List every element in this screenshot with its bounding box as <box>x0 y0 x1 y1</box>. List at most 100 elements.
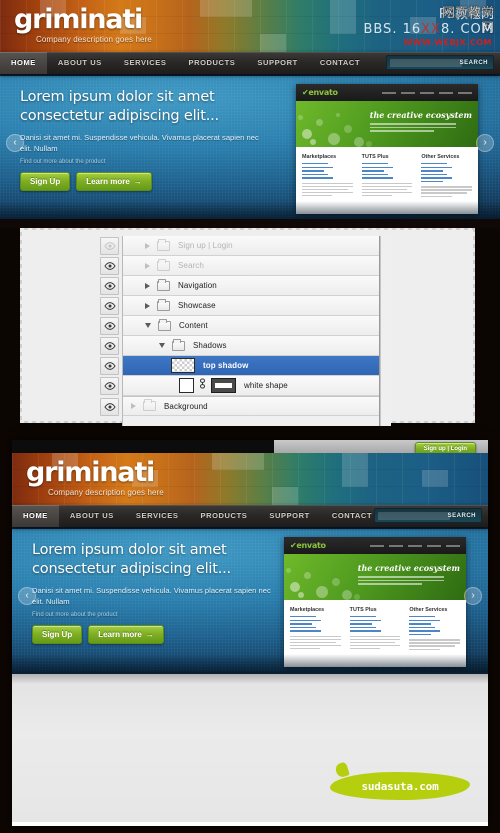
layer-name: Search <box>178 261 204 270</box>
envato-column-text <box>290 635 341 650</box>
carousel-next-icon[interactable]: › <box>464 587 482 605</box>
nav-item-products[interactable]: PRODUCTS <box>189 505 258 527</box>
layer-name: Background <box>164 401 208 411</box>
disclosure-triangle-icon[interactable] <box>145 262 150 269</box>
layer-row-search[interactable]: Search <box>100 256 379 276</box>
arrow-right-icon: → <box>145 630 154 639</box>
brand-logo-group[interactable]: griminati Company description goes here <box>14 6 152 45</box>
envato-tagline-block: the creative ecosystem <box>369 110 472 132</box>
carousel-prev-icon[interactable]: ‹ <box>6 134 24 152</box>
main-navigation: HOME ABOUT US SERVICES PRODUCTS SUPPORT … <box>0 52 500 74</box>
eye-icon[interactable] <box>100 297 119 315</box>
folder-icon <box>157 278 170 291</box>
layer-row-showcase[interactable]: Showcase <box>100 296 379 316</box>
search-box[interactable]: SEARCH <box>386 55 494 70</box>
watermark-line-2-pre: BBS. 16 <box>363 21 422 37</box>
layer-name: white shape <box>244 381 288 390</box>
nav-items: HOME ABOUT US SERVICES PRODUCTS SUPPORT … <box>12 505 383 527</box>
content-section: sudasuta.com <box>12 672 488 822</box>
hero-small-text: Find out more about the product <box>32 612 118 618</box>
sign-up-login-button[interactable]: Sign up | Login <box>414 442 476 453</box>
envato-column-text <box>361 182 413 197</box>
eye-icon[interactable] <box>100 277 119 295</box>
nav-item-services[interactable]: SERVICES <box>125 505 190 527</box>
nav-item-products[interactable]: PRODUCTS <box>177 52 246 74</box>
carousel-next-icon[interactable]: › <box>476 134 494 152</box>
hero-showcase: Lorem ipsum dolor sit amet consectetur a… <box>0 74 500 219</box>
hero-buttons: Sign Up Learn more → <box>20 172 270 191</box>
layer-row-sign-up-login[interactable]: Sign up | Login <box>100 236 379 256</box>
envato-column-title: Other Services <box>421 154 460 160</box>
folder-icon <box>157 298 170 311</box>
layer-thumbnail <box>179 378 194 393</box>
disclosure-triangle-icon[interactable] <box>131 403 136 409</box>
watermark-line-2-red: XX <box>421 21 441 37</box>
site-header: griminati Company description goes here … <box>0 0 500 52</box>
sign-up-button[interactable]: Sign Up <box>20 172 71 191</box>
hero-copy: Lorem ipsum dolor sit amet consectetur a… <box>20 88 270 191</box>
watermark-line-1: PS教程网 网页教学网 <box>439 6 494 36</box>
eye-icon[interactable] <box>100 237 119 255</box>
search-input[interactable] <box>390 59 462 67</box>
sudasuta-logo[interactable]: sudasuta.com <box>330 772 470 800</box>
nav-item-about-us[interactable]: ABOUT US <box>47 52 113 74</box>
nav-item-about-us[interactable]: ABOUT US <box>59 505 125 527</box>
layer-row-shadows[interactable]: Shadows <box>100 336 379 356</box>
layer-row-background[interactable]: Background <box>100 396 379 416</box>
brand-logo-group[interactable]: griminati Company description goes here <box>26 457 164 498</box>
disclosure-triangle-icon[interactable] <box>145 242 150 249</box>
eye-icon[interactable] <box>100 337 119 355</box>
envato-logo-text: envato <box>308 88 338 97</box>
carousel-prev-icon[interactable]: ‹ <box>18 587 36 605</box>
nav-item-home[interactable]: HOME <box>0 52 47 74</box>
learn-more-button[interactable]: Learn more → <box>88 625 164 644</box>
disclosure-triangle-icon[interactable] <box>145 282 150 289</box>
envato-screenshot[interactable]: ✔envato the creative ecosystem Marketpla… <box>284 537 466 667</box>
eye-icon[interactable] <box>100 317 119 335</box>
layers-panel-scrollbar[interactable] <box>380 236 391 426</box>
envato-topbar: ✔envato <box>296 84 478 101</box>
hero-buttons: Sign Up Learn more → <box>32 625 282 644</box>
envato-screenshot[interactable]: ✔envato the creative ecosystem Marketpla… <box>296 84 478 214</box>
envato-logo: ✔envato <box>302 88 338 97</box>
envato-column-title: Marketplaces <box>302 154 337 160</box>
search-box[interactable]: SEARCH <box>374 508 482 523</box>
envato-column-text <box>421 186 473 197</box>
envato-column-title: TUTS Plus <box>361 154 389 160</box>
nav-item-support[interactable]: SUPPORT <box>246 52 308 74</box>
learn-more-button[interactable]: Learn more → <box>76 172 152 191</box>
envato-nav <box>382 91 472 94</box>
envato-column-text <box>349 635 401 650</box>
eye-icon[interactable] <box>100 357 119 375</box>
nav-item-home[interactable]: HOME <box>12 505 59 527</box>
layer-row-white-shape[interactable]: white shape <box>100 376 379 396</box>
disclosure-triangle-icon[interactable] <box>145 323 151 328</box>
eye-icon[interactable] <box>100 398 119 416</box>
envato-nav <box>370 544 460 547</box>
nav-item-support[interactable]: SUPPORT <box>258 505 320 527</box>
envato-column-other-services: Other Services <box>409 607 461 652</box>
brand-logo: griminati <box>26 457 155 488</box>
envato-hero: the creative ecosystem <box>284 554 466 600</box>
layer-row-content[interactable]: Content <box>100 316 379 336</box>
layer-name: top shadow <box>203 361 249 370</box>
link-icon[interactable] <box>199 377 206 395</box>
disclosure-triangle-icon[interactable] <box>159 343 165 348</box>
arrow-right-icon: → <box>133 177 142 186</box>
disclosure-triangle-icon[interactable] <box>145 302 150 309</box>
envato-column-title: Marketplaces <box>290 607 325 613</box>
envato-tagline: the creative ecosystem <box>369 110 472 120</box>
layer-row-navigation[interactable]: Navigation <box>100 276 379 296</box>
layer-name: Content <box>179 321 208 330</box>
nav-item-services[interactable]: SERVICES <box>113 52 178 74</box>
sign-up-button[interactable]: Sign Up <box>32 625 83 644</box>
folder-icon <box>158 318 171 331</box>
layer-row-top-shadow[interactable]: top shadow <box>100 356 379 376</box>
eye-icon[interactable] <box>100 377 119 395</box>
search-input[interactable] <box>378 512 450 520</box>
brand-tagline: Company description goes here <box>48 488 164 497</box>
nav-item-contact[interactable]: CONTACT <box>309 52 371 74</box>
layers-panel: Sign up | Login Search Navigation Showca… <box>100 236 391 426</box>
eye-icon[interactable] <box>100 257 119 275</box>
layer-name: Sign up | Login <box>178 241 233 250</box>
